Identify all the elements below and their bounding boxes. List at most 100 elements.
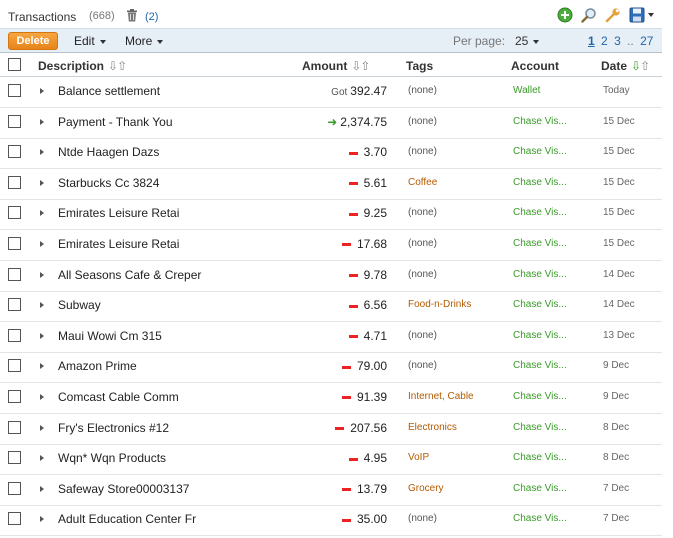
add-icon[interactable] bbox=[557, 7, 573, 23]
row-tags[interactable]: (none) bbox=[408, 207, 437, 218]
column-date[interactable]: Date ⇩⇧ bbox=[601, 59, 650, 73]
expand-row-icon[interactable] bbox=[40, 179, 44, 186]
row-tags[interactable]: Coffee bbox=[408, 177, 437, 188]
table-row[interactable]: Safeway Store00003137 13.79 Grocery Chase V… bbox=[0, 475, 662, 506]
row-tags[interactable]: (none) bbox=[408, 513, 437, 524]
row-tags[interactable]: (none) bbox=[408, 330, 437, 341]
wrench-icon[interactable] bbox=[605, 7, 621, 23]
table-row[interactable]: Subway 6.56 Food-n-Drinks Chase Vis... 14 De… bbox=[0, 291, 662, 323]
page-link-3[interactable]: 3 bbox=[614, 34, 621, 48]
expand-row-icon[interactable] bbox=[40, 149, 44, 156]
row-description[interactable]: Fry's Electronics #12 bbox=[58, 421, 169, 435]
row-description[interactable]: Emirates Leisure Retai bbox=[58, 237, 179, 251]
row-tags[interactable]: (none) bbox=[408, 146, 437, 157]
delete-button[interactable]: Delete bbox=[8, 32, 58, 50]
row-description[interactable]: Wqn* Wqn Products bbox=[58, 451, 166, 465]
expand-row-icon[interactable] bbox=[40, 363, 44, 370]
row-checkbox[interactable] bbox=[8, 390, 21, 403]
row-account[interactable]: Chase Vis... bbox=[513, 269, 567, 280]
column-account[interactable]: Account bbox=[511, 59, 559, 73]
row-checkbox[interactable] bbox=[8, 328, 21, 342]
row-checkbox[interactable] bbox=[8, 481, 21, 495]
row-account[interactable]: Chase Vis... bbox=[513, 483, 567, 494]
row-description[interactable]: Payment - Thank You bbox=[58, 115, 173, 129]
row-account[interactable]: Chase Vis... bbox=[513, 299, 567, 310]
table-row[interactable]: Wqn* Wqn Products 4.95 VoIP Chase Vis... 8 D… bbox=[0, 444, 662, 476]
edit-menu[interactable]: Edit bbox=[74, 34, 106, 48]
expand-row-icon[interactable] bbox=[40, 302, 44, 309]
table-row[interactable]: Payment - Thank You ➜ 2,374.75 (none) Chase … bbox=[0, 108, 662, 139]
row-account[interactable]: Chase Vis... bbox=[513, 330, 567, 341]
row-tags[interactable]: Internet, Cable bbox=[408, 391, 474, 402]
row-tags[interactable]: Electronics bbox=[408, 422, 457, 433]
expand-row-icon[interactable] bbox=[40, 88, 44, 94]
row-checkbox[interactable] bbox=[8, 512, 21, 526]
row-account[interactable]: Chase Vis... bbox=[513, 391, 567, 402]
table-row[interactable]: Starbucks Cc 3824 5.61 Coffee Chase Vis... 1… bbox=[0, 169, 662, 200]
row-checkbox[interactable] bbox=[8, 267, 21, 281]
row-description[interactable]: Comcast Cable Comm bbox=[58, 390, 179, 404]
row-checkbox[interactable] bbox=[8, 206, 21, 220]
page-link-2[interactable]: 2 bbox=[601, 34, 608, 48]
column-amount[interactable]: Amount ⇩⇧ bbox=[302, 59, 370, 73]
row-account[interactable]: Chase Vis... bbox=[513, 177, 567, 188]
expand-row-icon[interactable] bbox=[40, 424, 44, 431]
table-row[interactable]: Fry's Electronics #12 207.56 Electronics Ch… bbox=[0, 414, 662, 445]
table-row[interactable]: All Seasons Cafe & Creper 9.78 (none) Chase… bbox=[0, 261, 662, 292]
save-menu[interactable] bbox=[629, 7, 654, 23]
expand-row-icon[interactable] bbox=[40, 241, 44, 247]
table-row[interactable]: Maui Wowi Cm 315 4.71 (none) Chase Vis... 13… bbox=[0, 322, 662, 353]
row-description[interactable]: Safeway Store00003137 bbox=[58, 482, 189, 496]
table-row[interactable]: Comcast Cable Comm 91.39 Internet, Cable Ch… bbox=[0, 383, 662, 414]
row-account[interactable]: Chase Vis... bbox=[513, 238, 567, 249]
expand-row-icon[interactable] bbox=[40, 485, 44, 492]
row-description[interactable]: Starbucks Cc 3824 bbox=[58, 176, 159, 190]
row-description[interactable]: Amazon Prime bbox=[58, 359, 137, 373]
expand-row-icon[interactable] bbox=[40, 516, 44, 523]
row-description[interactable]: Emirates Leisure Retai bbox=[58, 206, 179, 220]
row-description[interactable]: Adult Education Center Fr bbox=[58, 512, 196, 526]
row-tags[interactable]: (none) bbox=[408, 269, 437, 280]
table-row[interactable]: Adult Education Center Fr 35.00 (none) Chas… bbox=[0, 505, 662, 537]
row-account[interactable]: Chase Vis... bbox=[513, 422, 567, 433]
row-checkbox[interactable] bbox=[8, 84, 21, 97]
select-all-checkbox[interactable] bbox=[8, 58, 21, 71]
row-checkbox[interactable] bbox=[8, 114, 21, 128]
table-row[interactable]: Emirates Leisure Retai 9.25 (none) Chase Vi… bbox=[0, 199, 662, 231]
expand-row-icon[interactable] bbox=[40, 118, 44, 125]
magnifier-icon[interactable] bbox=[581, 7, 597, 23]
column-description[interactable]: Description ⇩⇧ bbox=[38, 59, 127, 73]
row-tags[interactable]: Food-n-Drinks bbox=[408, 299, 471, 310]
table-row[interactable]: Ntde Haagen Dazs 3.70 (none) Chase Vis... 15… bbox=[0, 138, 662, 170]
row-tags[interactable]: (none) bbox=[408, 238, 437, 249]
row-description[interactable]: Subway bbox=[58, 298, 101, 312]
row-account[interactable]: Chase Vis... bbox=[513, 360, 567, 371]
row-account[interactable]: Chase Vis... bbox=[513, 146, 567, 157]
row-account[interactable]: Wallet bbox=[513, 85, 540, 96]
row-description[interactable]: Balance settlement bbox=[58, 84, 160, 98]
row-checkbox[interactable] bbox=[8, 145, 21, 159]
expand-row-icon[interactable] bbox=[40, 332, 44, 339]
trash-count-link[interactable]: (2) bbox=[145, 11, 158, 23]
row-checkbox[interactable] bbox=[8, 420, 21, 434]
trash-icon[interactable] bbox=[126, 9, 138, 22]
row-checkbox[interactable] bbox=[8, 298, 21, 312]
row-tags[interactable]: Grocery bbox=[408, 483, 444, 494]
table-row[interactable]: Balance settlement Got 392.47 (none) Wallet T… bbox=[0, 77, 662, 108]
more-menu[interactable]: More bbox=[125, 34, 164, 48]
sort-arrows-icon[interactable]: ⇩⇧ bbox=[108, 59, 127, 73]
row-description[interactable]: Maui Wowi Cm 315 bbox=[58, 329, 162, 343]
row-checkbox[interactable] bbox=[8, 175, 21, 189]
sort-arrows-icon[interactable]: ⇩⇧ bbox=[631, 59, 650, 73]
row-tags[interactable]: (none) bbox=[408, 116, 437, 127]
row-account[interactable]: Chase Vis... bbox=[513, 452, 567, 463]
table-row[interactable]: Amazon Prime 79.00 (none) Chase Vis... 9 Dec bbox=[0, 352, 662, 384]
table-row[interactable]: Emirates Leisure Retai 17.68 (none) Chase V… bbox=[0, 230, 662, 261]
row-tags[interactable]: (none) bbox=[408, 360, 437, 371]
column-tags[interactable]: Tags bbox=[406, 59, 433, 73]
row-account[interactable]: Chase Vis... bbox=[513, 513, 567, 524]
expand-row-icon[interactable] bbox=[40, 455, 44, 462]
row-account[interactable]: Chase Vis... bbox=[513, 116, 567, 127]
per-page-select[interactable]: 25 bbox=[515, 34, 540, 48]
expand-row-icon[interactable] bbox=[40, 210, 44, 217]
